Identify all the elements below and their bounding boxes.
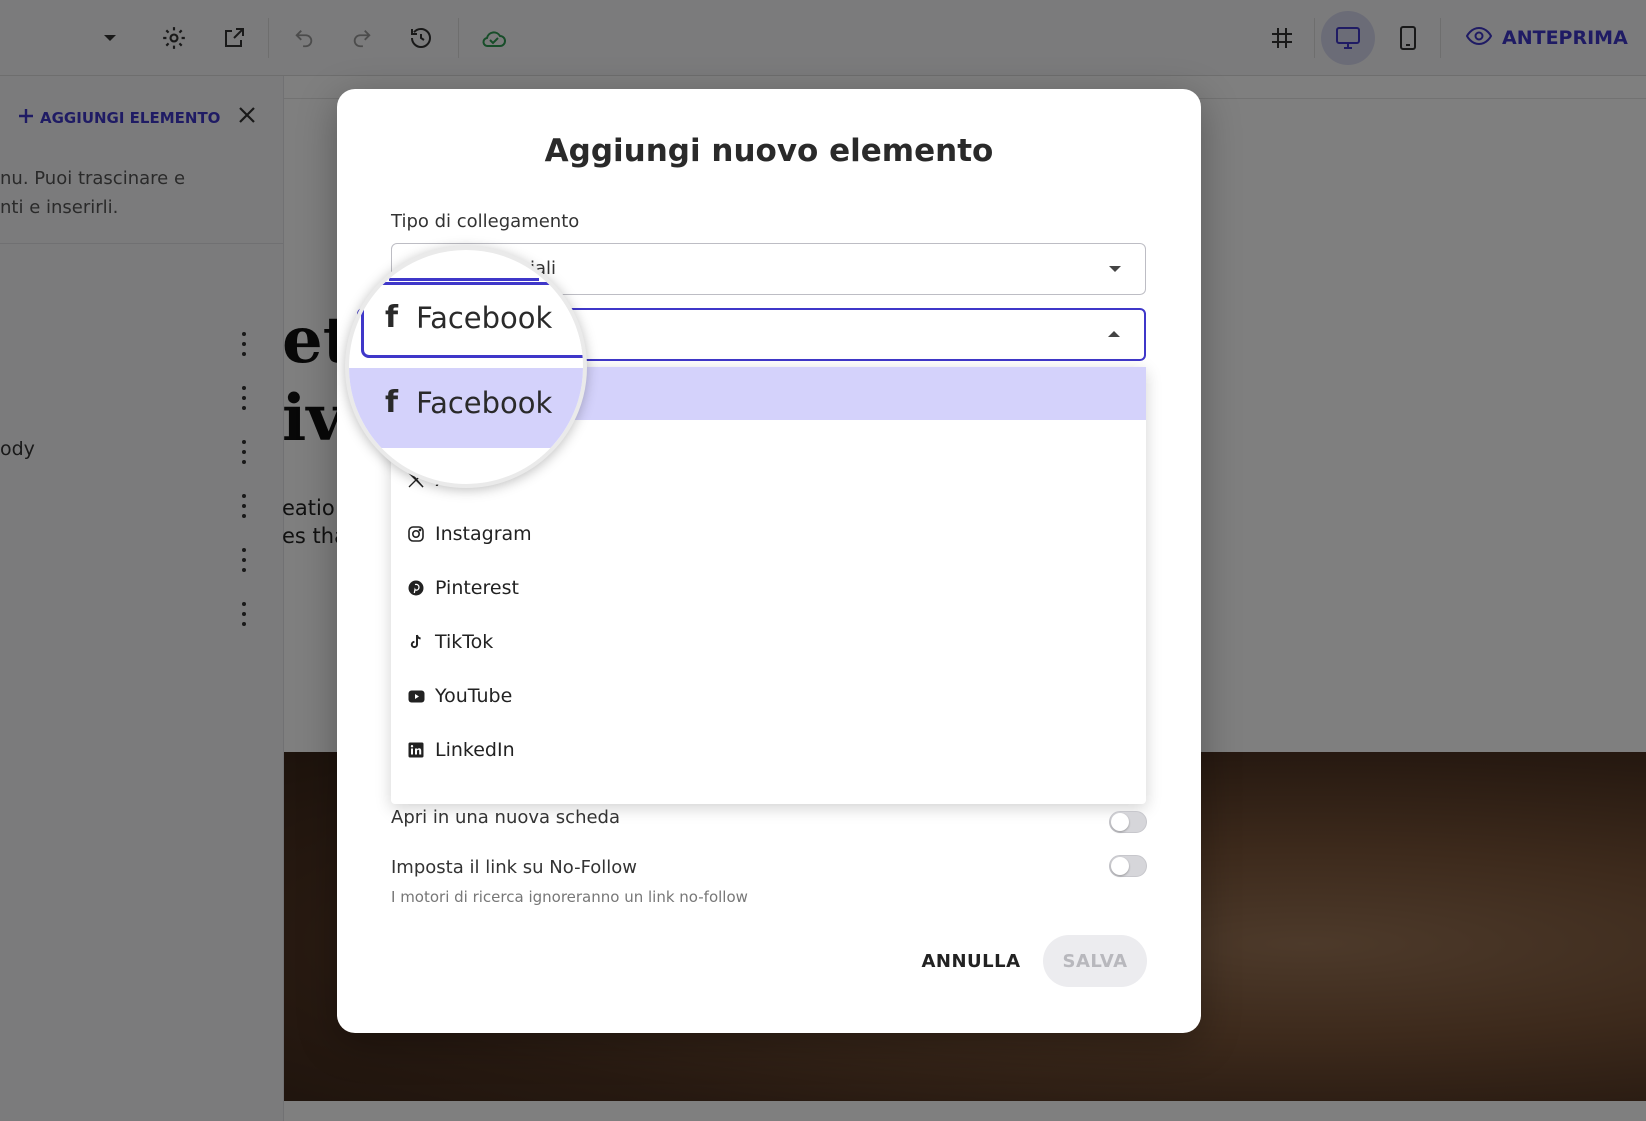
caret-up-icon (1108, 331, 1120, 337)
dropdown-option-youtube[interactable]: YouTube (407, 681, 512, 711)
dialog-title: Aggiungi nuovo elemento (544, 133, 994, 169)
magnifier-callout: f Facebook f Facebook (345, 246, 587, 488)
dropdown-option-linkedin[interactable]: LinkedIn (407, 735, 515, 765)
add-element-dialog: Aggiungi nuovo elemento Tipo di collegam… (337, 89, 1201, 1033)
option-label: TikTok (435, 631, 494, 653)
selected-network-label: Facebook (416, 300, 553, 335)
option-label: Facebook (416, 385, 553, 420)
youtube-icon (407, 687, 425, 705)
caret-down-icon (1109, 266, 1121, 272)
nofollow-label: Imposta il link su No-Follow (391, 857, 638, 878)
option-label: LinkedIn (435, 739, 515, 761)
tiktok-icon (407, 633, 425, 651)
dropdown-option-tiktok[interactable]: TikTok (407, 627, 493, 657)
option-label: YouTube (435, 685, 513, 707)
pinterest-icon (407, 579, 425, 597)
toggle-knob (1111, 813, 1129, 831)
nofollow-helper-text: I motori di ricerca ignoreranno un link … (391, 888, 748, 906)
focus-line (389, 278, 539, 281)
facebook-icon: f (385, 300, 399, 335)
option-label: Pinterest (435, 577, 519, 599)
instagram-icon (407, 525, 425, 543)
link-type-label: Tipo di collegamento (391, 211, 580, 232)
toggle-knob (1111, 857, 1129, 875)
dropdown-option-instagram[interactable]: Instagram (407, 519, 532, 549)
save-button[interactable]: SALVA (1043, 935, 1147, 987)
cancel-button[interactable]: ANNULLA (911, 935, 1031, 987)
magnifier-content: f Facebook f Facebook (349, 250, 583, 484)
new-tab-toggle[interactable] (1109, 811, 1147, 833)
dropdown-option-pinterest[interactable]: Pinterest (407, 573, 519, 603)
nofollow-toggle[interactable] (1109, 855, 1147, 877)
facebook-icon: f (385, 385, 399, 420)
magnified-option-facebook: f Facebook (385, 385, 552, 420)
option-label: Instagram (435, 523, 532, 545)
linkedin-icon (407, 741, 425, 759)
magnified-selected-value: f Facebook (385, 300, 552, 335)
new-tab-label: Apri in una nuova scheda (391, 807, 621, 828)
